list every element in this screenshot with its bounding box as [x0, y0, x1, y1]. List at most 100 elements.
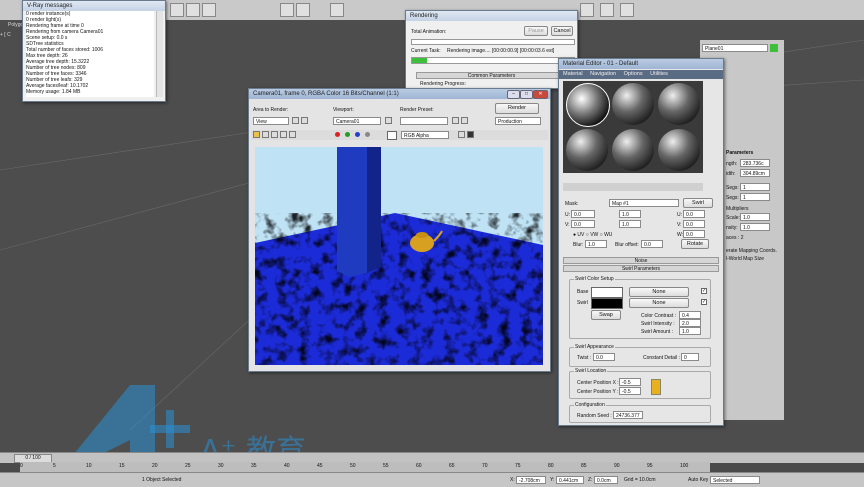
toolbar-button[interactable]	[280, 3, 294, 17]
swirl-parameters-rollout[interactable]: Swirl Parameters	[563, 265, 719, 272]
v-angle-field[interactable]: 0.0	[683, 220, 705, 228]
object-name-field[interactable]: Plane01	[702, 44, 768, 52]
length-field[interactable]: 283.736c	[740, 159, 770, 167]
menu-material[interactable]: Material	[563, 71, 583, 77]
swirl-appearance-label: Swirl Appearance	[574, 344, 615, 350]
area-to-render-dropdown[interactable]: View	[253, 117, 289, 125]
rotate-button[interactable]: Rotate	[681, 239, 709, 249]
save-image-icon[interactable]	[253, 131, 260, 138]
material-sample-sphere[interactable]	[658, 129, 700, 171]
swirl-map-button[interactable]: None	[629, 298, 689, 308]
u-tiling-field[interactable]: 1.0	[619, 210, 641, 218]
wu-radio[interactable]: WU	[604, 232, 612, 238]
toolbar-button[interactable]	[580, 3, 594, 17]
auto-region-icon[interactable]	[301, 117, 308, 124]
uvw-radio-group[interactable]: ● UV ○ VW ○ WU	[573, 232, 612, 238]
map-name-field[interactable]: Map #1	[609, 199, 679, 207]
w-angle-field[interactable]: 0.0	[683, 230, 705, 238]
lock-icon[interactable]	[651, 379, 661, 395]
vray-scrollbar[interactable]	[156, 11, 163, 97]
u-offset-field[interactable]: 0.0	[571, 210, 595, 218]
constant-detail-field[interactable]: 0	[681, 353, 699, 361]
x-coord-field[interactable]: -2.708cm	[516, 476, 546, 484]
production-dropdown[interactable]: Production	[495, 117, 541, 125]
minimize-button[interactable]: –	[507, 90, 520, 99]
length-segs-field[interactable]: 1	[740, 183, 770, 191]
v-tiling-field[interactable]: 1.0	[619, 220, 641, 228]
base-map-checkbox[interactable]: ✓	[701, 288, 707, 294]
z-coord-field[interactable]: 0.0cm	[594, 476, 618, 484]
clone-window-icon[interactable]	[271, 131, 278, 138]
uv-radio[interactable]: UV	[577, 232, 584, 238]
edit-region-icon[interactable]	[292, 117, 299, 124]
key-filter-dropdown[interactable]: Selected	[710, 476, 760, 484]
menu-options[interactable]: Options	[624, 71, 643, 77]
density-field[interactable]: 1.0	[740, 223, 770, 231]
material-sample-sphere[interactable]	[612, 83, 654, 125]
width-segs-field[interactable]: 1	[740, 193, 770, 201]
render-button[interactable]: Render	[495, 103, 539, 114]
toolbar-button[interactable]	[620, 3, 634, 17]
vw-radio[interactable]: VW	[590, 232, 598, 238]
base-color-swatch[interactable]	[591, 287, 623, 298]
material-sample-sphere[interactable]	[566, 83, 610, 127]
channel-dropdown[interactable]: RGB Alpha	[401, 131, 449, 139]
red-channel-icon[interactable]	[335, 132, 340, 137]
viewport-dropdown[interactable]: Camera01	[333, 117, 381, 125]
pause-button[interactable]: Pause	[524, 26, 548, 36]
material-sample-sphere[interactable]	[658, 83, 700, 125]
map-type-button[interactable]: Swirl	[683, 198, 713, 208]
color-contrast-field[interactable]: 0.4	[679, 311, 701, 319]
material-sample-slots[interactable]	[563, 81, 703, 173]
width-field[interactable]: 304.89cm	[740, 169, 770, 177]
display-icon[interactable]	[467, 131, 474, 138]
material-sample-sphere[interactable]	[566, 129, 608, 171]
base-map-button[interactable]: None	[629, 287, 689, 297]
environment-icon[interactable]	[461, 117, 468, 124]
y-coord-field[interactable]: 0.441cm	[556, 476, 584, 484]
v-offset-field[interactable]: 0.0	[571, 220, 595, 228]
toolbar-button[interactable]	[186, 3, 200, 17]
cancel-button[interactable]: Cancel	[551, 26, 573, 36]
timeline-track[interactable]: 0 5 10 15 20 25 30 35 40 45 50 55 60 65 70 75 80 85 90 95 10…	[20, 462, 710, 472]
menu-navigation[interactable]: Navigation	[590, 71, 616, 77]
mono-icon[interactable]	[458, 131, 465, 138]
auto-key-button[interactable]: Auto Key	[688, 477, 708, 483]
blur-field[interactable]: 1.0	[585, 240, 607, 248]
viewport-menu[interactable]: + [ C	[0, 32, 11, 38]
blur-offset-field[interactable]: 0.0	[641, 240, 663, 248]
scale-field[interactable]: 1.0	[740, 213, 770, 221]
swirl-intensity-field[interactable]: 2.0	[679, 319, 701, 327]
u-angle-field[interactable]: 0.0	[683, 210, 705, 218]
menu-utilities[interactable]: Utilities	[650, 71, 668, 77]
toolbar-button[interactable]	[600, 3, 614, 17]
toolbar-button[interactable]	[296, 3, 310, 17]
print-icon[interactable]	[280, 131, 287, 138]
clear-icon[interactable]	[289, 131, 296, 138]
material-sample-sphere[interactable]	[612, 129, 654, 171]
toolbar-button[interactable]	[330, 3, 344, 17]
green-channel-icon[interactable]	[345, 132, 350, 137]
swirl-color-swatch[interactable]	[591, 298, 623, 309]
swirl-map-checkbox[interactable]: ✓	[701, 299, 707, 305]
random-seed-field[interactable]: 24736.377	[613, 411, 643, 419]
swap-button[interactable]: Swap	[591, 310, 621, 320]
toolbar-button[interactable]	[170, 3, 184, 17]
object-color-swatch[interactable]	[770, 44, 778, 52]
close-button[interactable]: ✕	[533, 90, 548, 99]
render-setup-icon[interactable]	[452, 117, 459, 124]
maximize-button[interactable]: □	[520, 90, 533, 99]
render-preset-dropdown[interactable]	[400, 117, 448, 125]
toolbar-button[interactable]	[202, 3, 216, 17]
twist-field[interactable]: 0.0	[593, 353, 615, 361]
lock-viewport-icon[interactable]	[385, 117, 392, 124]
blue-channel-icon[interactable]	[355, 132, 360, 137]
color-swatch[interactable]	[387, 131, 397, 140]
alpha-channel-icon[interactable]	[365, 132, 370, 137]
copy-image-icon[interactable]	[262, 131, 269, 138]
center-x-field[interactable]: -0.5	[619, 378, 641, 386]
noise-rollout[interactable]: Noise	[563, 257, 719, 264]
center-y-field[interactable]: -0.5	[619, 387, 641, 395]
common-parameters-rollout[interactable]: Common Parameters	[416, 72, 567, 79]
swirl-amount-field[interactable]: 1.0	[679, 327, 701, 335]
